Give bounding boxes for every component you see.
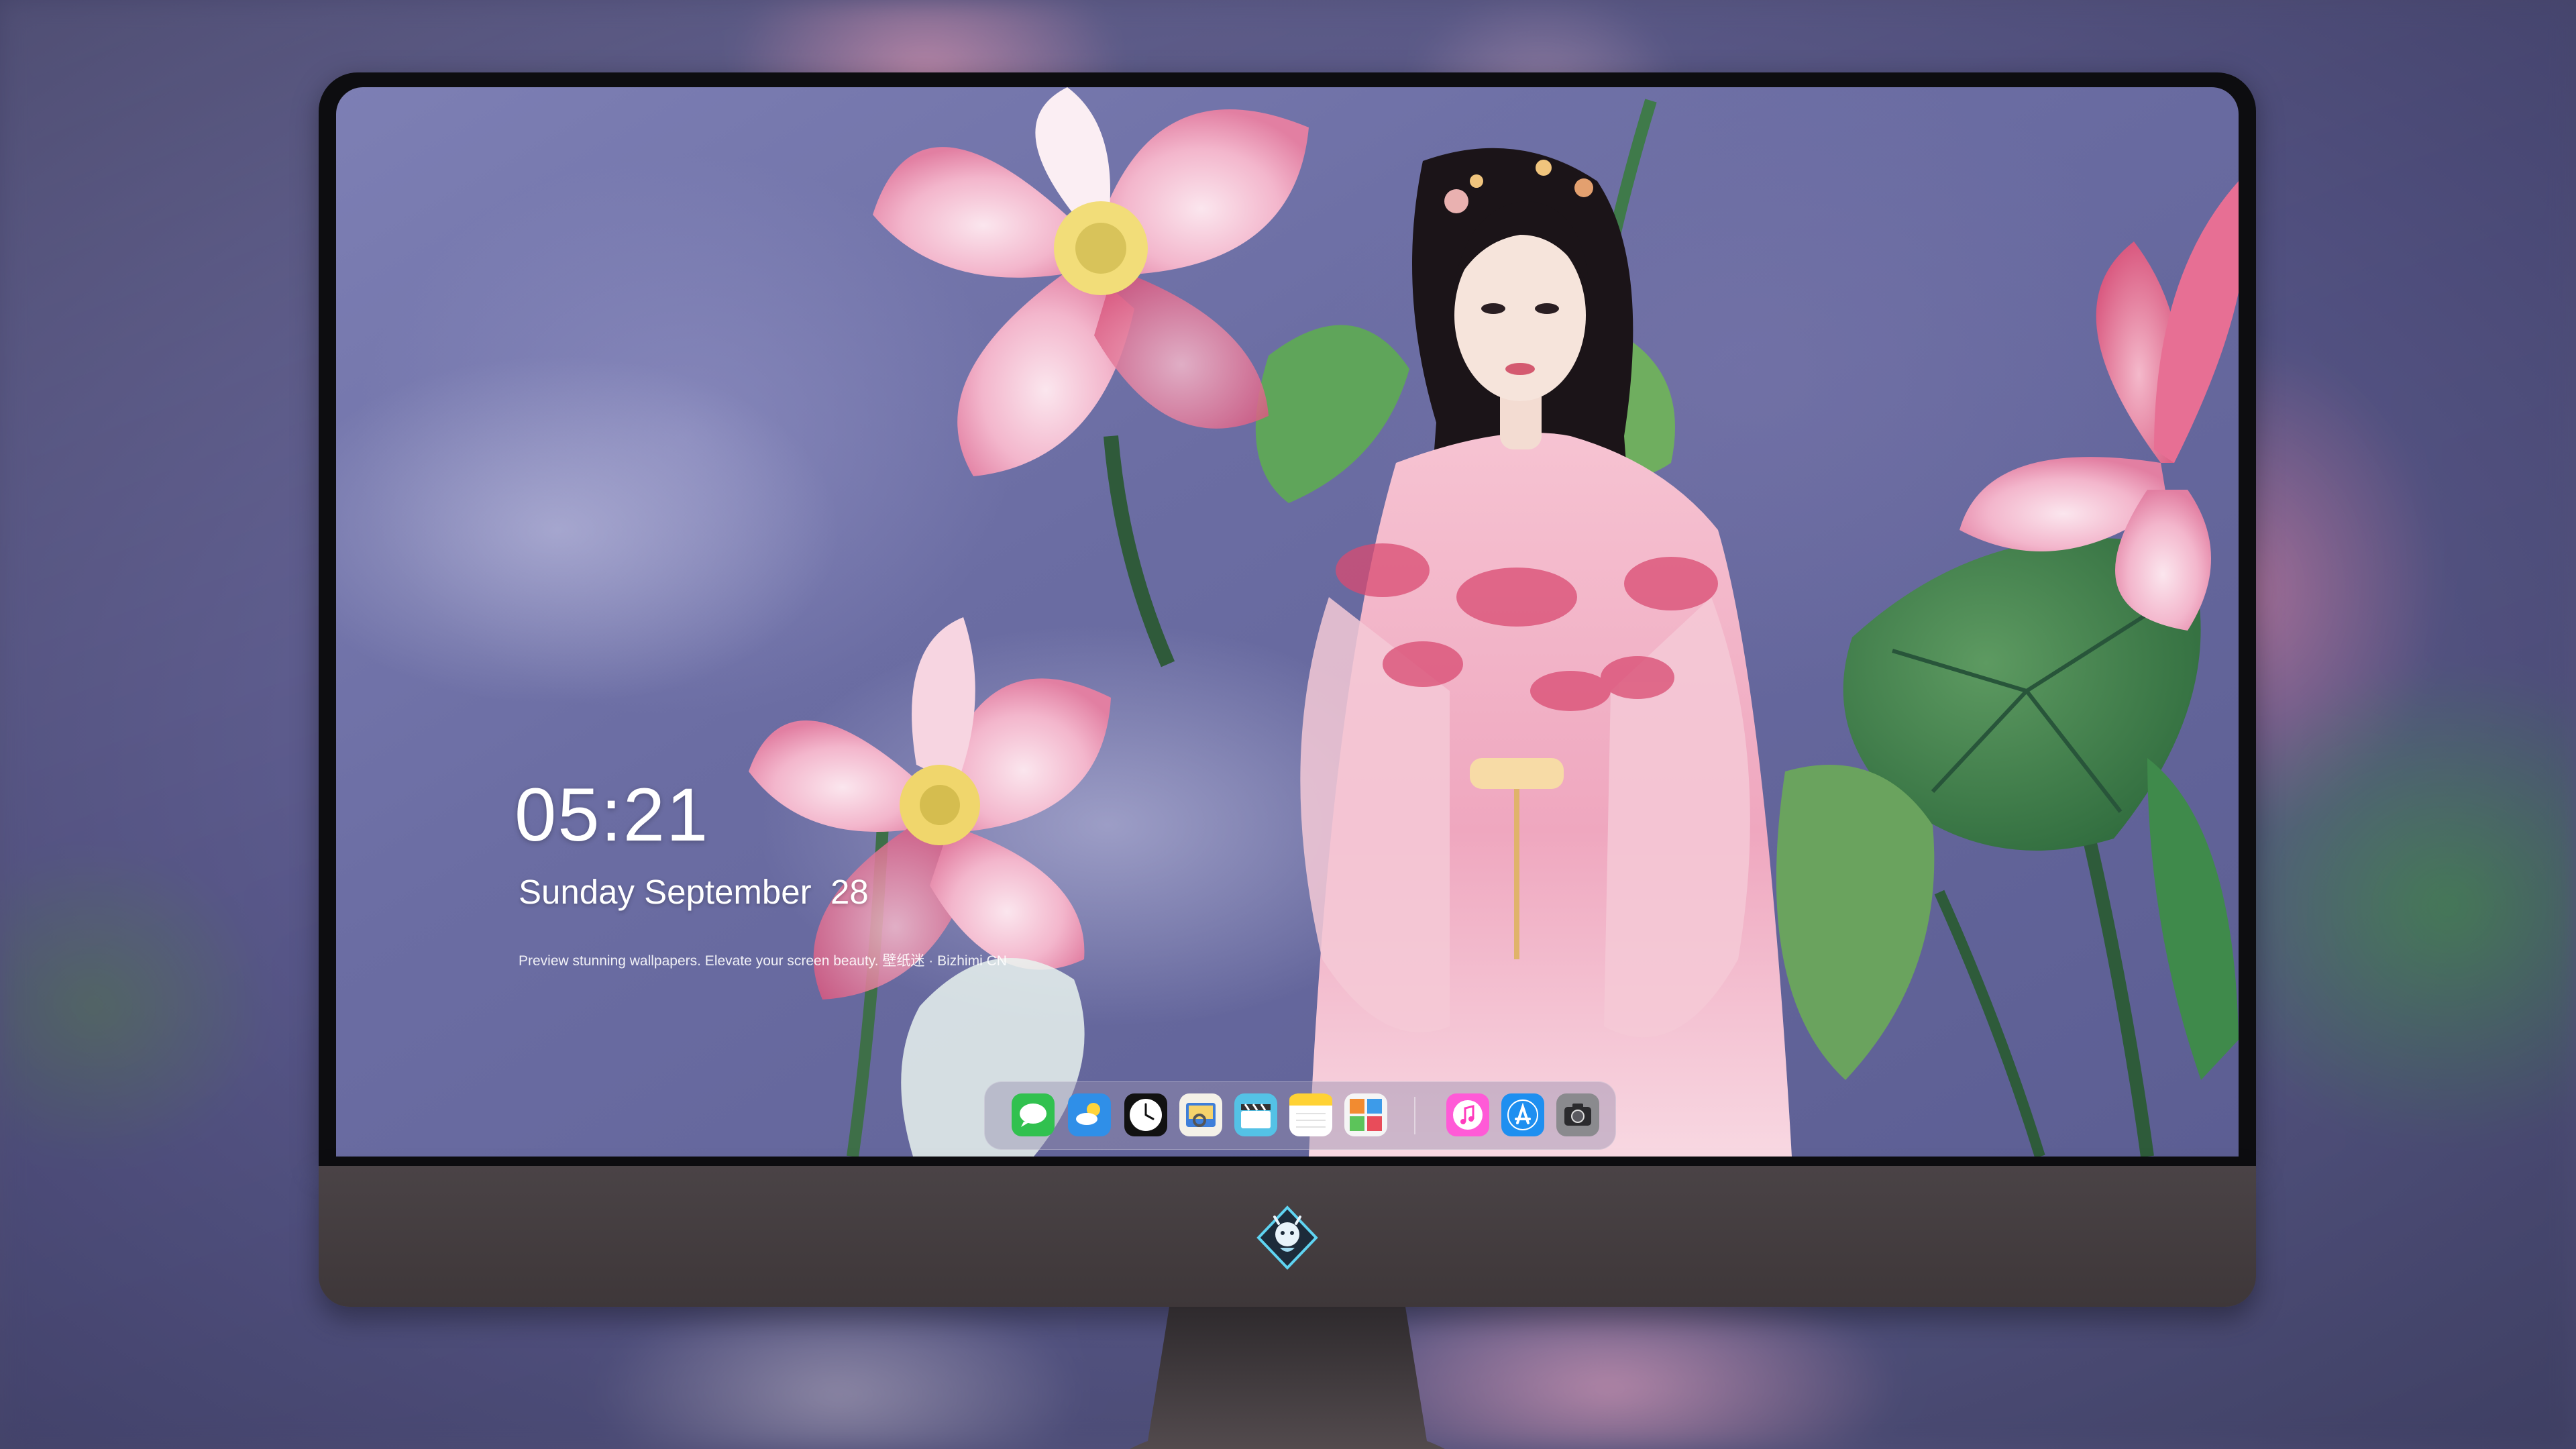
notes-icon[interactable]: [1289, 1093, 1332, 1136]
dragon-mascot-icon: [1256, 1205, 1318, 1270]
clapperboard-icon[interactable]: [1234, 1093, 1277, 1136]
weather-icon[interactable]: [1068, 1093, 1111, 1136]
dock-separator: [1414, 1097, 1415, 1134]
preview-icon[interactable]: [1179, 1093, 1222, 1136]
monitor-stand: [1130, 1307, 1445, 1449]
monitor-bezel: 05:21 Sunday September 28 Preview stunni…: [319, 72, 2256, 1166]
monitor: 05:21 Sunday September 28 Preview stunni…: [319, 72, 2256, 1449]
messages-icon[interactable]: [1012, 1093, 1055, 1136]
lock-screen-date: Sunday September 28: [519, 873, 869, 911]
app-store-icon[interactable]: [1501, 1093, 1544, 1136]
photo-booth-icon[interactable]: [1344, 1093, 1387, 1136]
music-icon[interactable]: [1446, 1093, 1489, 1136]
lock-screen-time: 05:21: [515, 773, 710, 857]
screen: 05:21 Sunday September 28 Preview stunni…: [336, 87, 2239, 1157]
wallpaper-image: [336, 87, 2239, 1157]
clock-icon[interactable]: [1124, 1093, 1167, 1136]
camera-icon[interactable]: [1556, 1093, 1599, 1136]
lock-screen-tagline: Preview stunning wallpapers. Elevate you…: [519, 953, 1007, 969]
dock: [984, 1081, 1616, 1150]
monitor-chin: [319, 1166, 2256, 1307]
